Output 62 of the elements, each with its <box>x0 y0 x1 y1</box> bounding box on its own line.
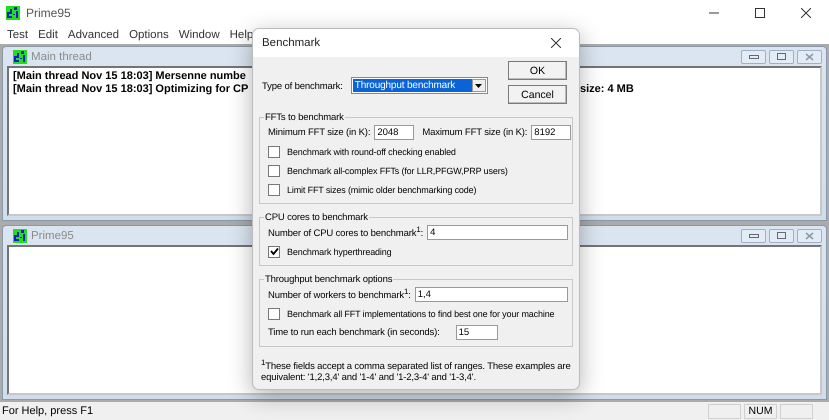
status-pane <box>708 404 741 418</box>
maximize-icon[interactable] <box>755 8 765 18</box>
checkbox-label: Benchmark all-complex FFTs (for LLR,PFGW,PRP users) <box>287 166 508 176</box>
field-label: Number of workers to benchmark$^{1}$: <box>268 287 411 302</box>
child-window-title: Prime95 <box>31 230 74 242</box>
restore-icon <box>777 53 786 60</box>
input-field[interactable]: 15 <box>456 325 498 340</box>
close-button[interactable] <box>797 50 822 64</box>
group-title: FFTs to benchmark <box>264 112 345 123</box>
group-title: CPU cores to benchmark <box>264 212 369 223</box>
close-icon <box>805 232 814 240</box>
close-icon <box>805 52 814 60</box>
input-field[interactable]: 1,4 <box>414 287 568 302</box>
child-window-title: Main thread <box>31 50 92 62</box>
minimize-button[interactable] <box>741 50 766 64</box>
field-label: Time to run each benchmark (in seconds): <box>268 327 440 338</box>
minimize-button[interactable] <box>741 228 766 242</box>
menu-item[interactable]: Advanced <box>62 29 124 41</box>
menu-item[interactable]: Edit <box>33 29 63 41</box>
input-field[interactable]: 4 <box>427 225 568 240</box>
checkbox-label: Limit FFT sizes (mimic older benchmarking code) <box>287 184 476 194</box>
checkbox[interactable] <box>268 308 280 320</box>
log-line: [Main thread Nov 15 18:03] Mersenne numbe <box>13 70 246 82</box>
field-label: Number of CPU cores to benchmark$^{1}$: <box>268 225 424 240</box>
field-label: Maximum FFT size (in K): <box>422 127 528 138</box>
app-logo-icon <box>13 228 27 242</box>
menu-item[interactable]: Window <box>174 29 225 41</box>
input-field[interactable]: 8192 <box>531 125 572 140</box>
log-line: [Main thread Nov 15 18:03] Optimizing for CP <box>13 83 248 95</box>
close-icon[interactable] <box>551 38 561 48</box>
checkbox[interactable] <box>268 164 280 176</box>
benchmark-type-dropdown[interactable]: Throughput benchmark <box>350 77 488 94</box>
minimize-icon <box>748 234 758 238</box>
menu-item[interactable]: Options <box>124 29 174 41</box>
window-title: Prime95 <box>26 6 71 20</box>
restore-icon <box>777 232 786 239</box>
status-indicator: NUM <box>744 404 777 418</box>
checkbox[interactable] <box>268 184 280 196</box>
restore-button[interactable] <box>769 228 794 242</box>
restore-button[interactable] <box>769 50 794 64</box>
menu-item[interactable]: Test <box>2 29 34 41</box>
minimize-icon <box>748 54 758 58</box>
status-pane <box>780 404 813 418</box>
log-line: size: 4 MB <box>580 83 634 96</box>
checkbox-label: Benchmark all FFT implementations to find best one for your machine <box>287 308 554 318</box>
field-label: Type of benchmark: <box>262 81 343 92</box>
dialog-button[interactable]: Cancel <box>508 85 567 104</box>
checkbox-label: Benchmark with round-off checking enabled <box>287 146 456 156</box>
field-label: Minimum FFT size (in K): <box>268 127 370 138</box>
checkbox-label: Benchmark hyperthreading <box>287 246 392 256</box>
app-logo-icon <box>13 50 27 64</box>
dialog-title: Benchmark <box>262 37 320 49</box>
checkbox[interactable] <box>268 246 280 258</box>
close-icon[interactable] <box>801 8 811 18</box>
app-logo-icon <box>6 6 20 20</box>
input-field[interactable]: 2048 <box>374 125 414 140</box>
dialog-button[interactable]: OK <box>508 61 567 80</box>
footnote: $^{1}$These fields accept a comma separated list of ranges. These examples are equivalent: '1,2,3,4' and '1-4' and '1-2,3-4' and '1-3,4'. <box>260 357 572 384</box>
checkbox[interactable] <box>268 146 280 158</box>
close-button[interactable] <box>797 228 822 242</box>
group-title: Throughput benchmark options <box>264 274 394 285</box>
status-text: For Help, press F1 <box>2 405 94 417</box>
